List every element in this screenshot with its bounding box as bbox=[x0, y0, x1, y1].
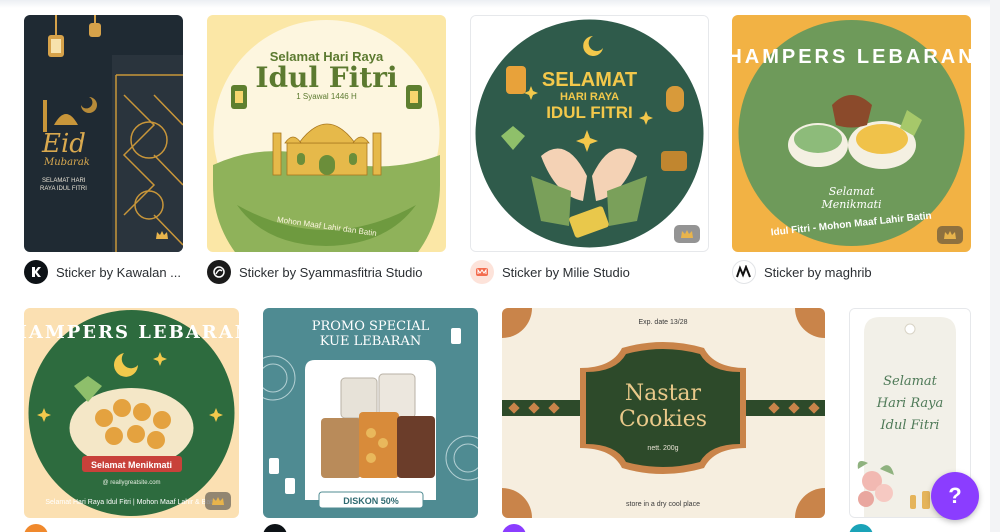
enjoy-line-1: Selamat bbox=[829, 185, 875, 198]
creator-avatar bbox=[470, 260, 494, 284]
creator-avatar bbox=[849, 524, 873, 532]
premium-badge bbox=[149, 226, 175, 244]
template-card-nastar-cookies[interactable]: Exp. date 13/28 Nastar Cookies nett. 200… bbox=[502, 308, 825, 532]
milie-logo-icon bbox=[476, 268, 488, 276]
greeting-line-2: RAYA IDUL FITRI bbox=[40, 186, 87, 192]
scrollbar-thumb[interactable] bbox=[991, 0, 999, 120]
crown-icon bbox=[681, 230, 693, 238]
creator-row[interactable] bbox=[263, 524, 287, 532]
studio-logo-icon bbox=[213, 266, 225, 278]
creator-name: Sticker by Syammasfitria Studio bbox=[239, 264, 423, 280]
hampers-arc-text: HAMPERS LEBARAN bbox=[732, 46, 971, 68]
template-thumbnail[interactable]: HAMPERS LEBARAN Selamat Menikmati @ real… bbox=[24, 308, 239, 518]
product-title-2: Cookies bbox=[619, 407, 707, 432]
page-scrollbar[interactable] bbox=[990, 0, 1000, 532]
crown-icon bbox=[212, 497, 224, 505]
eid-text: Eid bbox=[41, 129, 86, 159]
website-handle: @ reallygreatsite.com bbox=[102, 480, 160, 486]
creator-avatar bbox=[502, 524, 526, 532]
greeting-line-1: Selamat bbox=[883, 374, 938, 389]
premium-badge bbox=[205, 492, 231, 510]
promo-line-2: KUE LEBARAN bbox=[320, 334, 421, 349]
creator-avatar bbox=[24, 260, 48, 284]
template-card-hampers-lebaran-orange[interactable]: HAMPERS LEBARAN Selamat Menikmati Idul F… bbox=[732, 15, 971, 285]
idul-fitri-title: Idul Fitri bbox=[255, 61, 397, 94]
enjoy-ribbon: Selamat Menikmati bbox=[91, 460, 172, 470]
creator-name: Sticker by Milie Studio bbox=[502, 264, 630, 280]
greeting-line-1: SELAMAT HARI bbox=[42, 178, 86, 184]
product-title-1: Nastar bbox=[625, 381, 702, 406]
creator-row[interactable] bbox=[502, 524, 526, 532]
discount-badge: DISKON 50% bbox=[343, 496, 399, 506]
greeting-line-3: IDUL FITRI bbox=[546, 103, 633, 122]
template-thumbnail[interactable]: Selamat Hari Raya Idul Fitri 1 Syawal 14… bbox=[207, 15, 446, 252]
enjoy-line-2: Menikmati bbox=[821, 198, 882, 211]
creator-row[interactable] bbox=[849, 524, 873, 532]
help-button[interactable]: ? bbox=[931, 472, 979, 520]
crown-icon bbox=[944, 231, 956, 239]
creator-name: Sticker by Kawalan ... bbox=[56, 264, 181, 280]
net-weight: nett. 200g bbox=[647, 445, 678, 452]
creator-avatar bbox=[207, 260, 231, 284]
premium-badge bbox=[937, 226, 963, 244]
template-card-promo-kue-lebaran[interactable]: PROMO SPECIAL KUE LEBARAN DISKON 50% bbox=[263, 308, 478, 532]
top-shadow bbox=[0, 0, 1000, 8]
maghrib-logo-icon bbox=[736, 265, 751, 278]
template-thumbnail[interactable]: Eid Mubarak SELAMAT HARI RAYA IDUL FITRI bbox=[24, 15, 183, 252]
creator-row[interactable]: Sticker by Kawalan ... bbox=[24, 260, 181, 284]
template-card-idul-fitri-cream[interactable]: Selamat Hari Raya Idul Fitri 1 Syawal 14… bbox=[207, 15, 446, 285]
hampers-arc-text: HAMPERS LEBARAN bbox=[24, 322, 239, 343]
template-card-hampers-lebaran-green[interactable]: HAMPERS LEBARAN Selamat Menikmati @ real… bbox=[24, 308, 239, 532]
k-logo-icon bbox=[32, 267, 41, 277]
creator-row[interactable]: Sticker by maghrib bbox=[732, 260, 872, 284]
template-card-idul-fitri-green[interactable]: SELAMAT HARI RAYA IDUL FITRI Sticker by … bbox=[470, 15, 709, 285]
template-thumbnail[interactable]: SELAMAT HARI RAYA IDUL FITRI bbox=[470, 15, 709, 252]
creator-avatar bbox=[24, 524, 48, 532]
promo-line-1: PROMO SPECIAL bbox=[312, 319, 430, 334]
creator-row[interactable]: Sticker by Syammasfitria Studio bbox=[207, 260, 423, 284]
mubarak-text: Mubarak bbox=[43, 157, 90, 168]
template-thumbnail[interactable]: PROMO SPECIAL KUE LEBARAN DISKON 50% bbox=[263, 308, 478, 518]
template-card-eid-mubarak[interactable]: Eid Mubarak SELAMAT HARI RAYA IDUL FITRI… bbox=[24, 15, 183, 285]
creator-row[interactable]: Sticker by Milie Studio bbox=[470, 260, 630, 284]
greeting-line-3: Idul Fitri bbox=[880, 418, 940, 433]
greeting-line-1: SELAMAT bbox=[542, 69, 637, 91]
creator-avatar bbox=[263, 524, 287, 532]
premium-badge bbox=[674, 225, 700, 243]
creator-avatar bbox=[732, 260, 756, 284]
expiry-date: Exp. date 13/28 bbox=[638, 319, 687, 326]
crown-icon bbox=[156, 231, 168, 239]
creator-row[interactable] bbox=[24, 524, 48, 532]
greeting-bottom: Selamat Hari Raya Idul Fitri | Mohon Maa… bbox=[45, 499, 217, 506]
syawal-date: 1 Syawal 1446 H bbox=[296, 92, 357, 101]
creator-name: Sticker by maghrib bbox=[764, 264, 872, 280]
template-thumbnail[interactable]: Exp. date 13/28 Nastar Cookies nett. 200… bbox=[502, 308, 825, 518]
greeting-line-2: Hari Raya bbox=[876, 396, 944, 411]
greeting-line-2: HARI RAYA bbox=[560, 91, 619, 103]
storage-note: store in a dry cool place bbox=[626, 501, 700, 508]
template-thumbnail[interactable]: HAMPERS LEBARAN Selamat Menikmati Idul F… bbox=[732, 15, 971, 252]
